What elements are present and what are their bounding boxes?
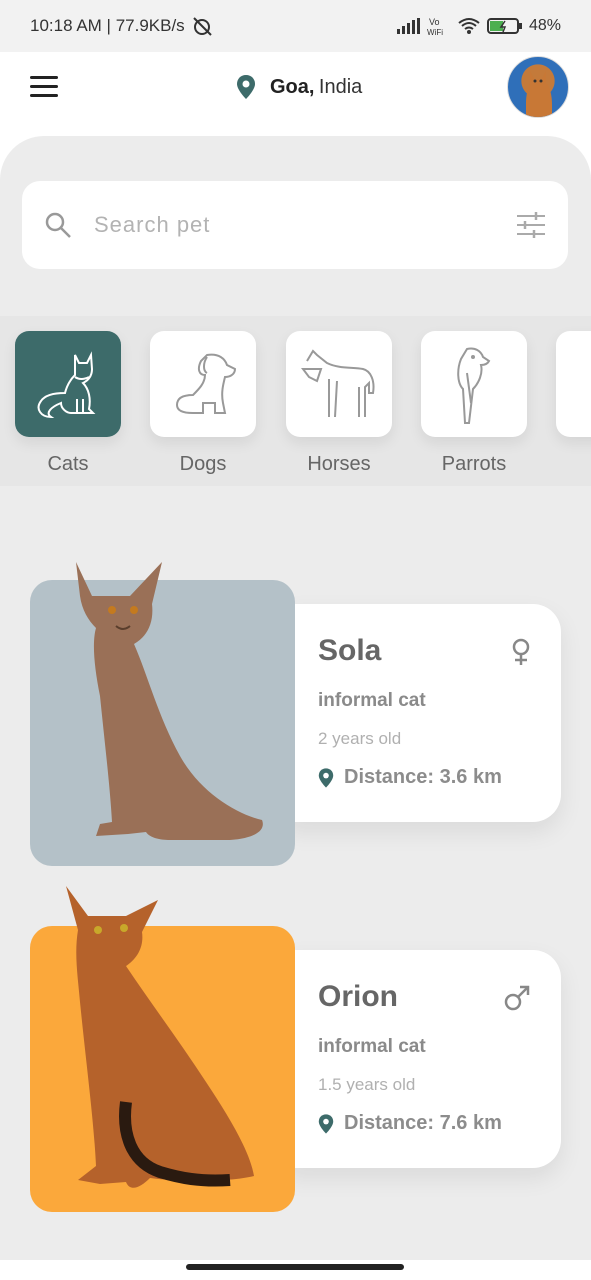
svg-text:WiFi: WiFi xyxy=(427,28,443,36)
category-label: Ra xyxy=(556,453,591,476)
category-tile xyxy=(150,331,256,437)
location-pin-icon xyxy=(318,767,334,788)
female-icon xyxy=(512,638,530,665)
parrot-icon xyxy=(457,347,491,424)
filter-icon[interactable] xyxy=(516,211,546,239)
alarm-off-icon xyxy=(192,17,212,36)
menu-icon[interactable] xyxy=(30,76,58,97)
category-horses[interactable]: Horses xyxy=(286,331,392,476)
category-label: Parrots xyxy=(441,453,507,475)
pet-info: Sola informal cat 2 years old Distance: … xyxy=(285,604,561,822)
pet-age: 2 years old xyxy=(318,729,402,748)
dog-icon xyxy=(175,353,237,414)
search-input[interactable] xyxy=(92,211,516,239)
location-pin-icon xyxy=(237,75,255,99)
location-city: Goa, xyxy=(270,75,315,98)
category-tile xyxy=(15,331,121,437)
search-icon xyxy=(45,212,71,238)
vowifi-icon: Vo WiFi xyxy=(427,17,443,36)
category-parrots[interactable]: Parrots xyxy=(421,331,527,476)
status-bar: 10:18 AM | 77.9KB/s Vo WiFi 48% xyxy=(0,0,591,52)
category-cats[interactable]: Cats xyxy=(15,331,121,476)
pet-name: Sola xyxy=(318,634,382,667)
location[interactable]: Goa, India xyxy=(236,74,362,100)
svg-text:Vo: Vo xyxy=(429,17,440,27)
status-right: Vo WiFi 48% xyxy=(396,16,561,36)
category-label: Cats xyxy=(47,453,89,475)
male-icon xyxy=(504,985,530,1011)
app-header: Goa, India xyxy=(0,52,591,136)
pet-distance-text: Distance: 3.6 km xyxy=(344,766,502,788)
category-label: Horses xyxy=(307,453,371,475)
status-left: 10:18 AM | 77.9KB/s xyxy=(30,16,213,36)
location-pin-icon xyxy=(318,1113,334,1134)
status-time: 10:18 AM | 77.9KB/s xyxy=(30,16,185,35)
pet-age: 1.5 years old xyxy=(318,1075,416,1094)
category-tile xyxy=(421,331,527,437)
pet-distance: Distance: 3.6 km xyxy=(318,766,502,789)
home-indicator[interactable] xyxy=(186,1264,404,1270)
pet-image xyxy=(30,886,295,1212)
category-rabbits[interactable]: Ra xyxy=(556,331,591,476)
pet-image xyxy=(30,562,295,866)
pet-card-sola[interactable]: Sola informal cat 2 years old Distance: … xyxy=(30,562,561,866)
pet-info: Orion informal cat 1.5 years old Distanc… xyxy=(285,950,561,1168)
location-country: India xyxy=(318,75,363,98)
pet-breed: informal cat xyxy=(318,1036,426,1057)
category-list: Cats Dogs Horses Parrots xyxy=(0,316,591,486)
category-dogs[interactable]: Dogs xyxy=(150,331,256,476)
category-tile xyxy=(556,331,591,437)
search-bar[interactable] xyxy=(22,181,568,269)
cat-photo-orion xyxy=(30,886,295,1212)
main-panel: Cats Dogs Horses xyxy=(0,136,591,1260)
pet-name: Orion xyxy=(318,980,398,1013)
battery-icon xyxy=(486,18,522,34)
pet-card-orion[interactable]: Orion informal cat 1.5 years old Distanc… xyxy=(30,886,561,1212)
pet-distance: Distance: 7.6 km xyxy=(318,1112,502,1135)
pet-breed: informal cat xyxy=(318,690,426,711)
avatar-cat-image xyxy=(526,71,552,117)
cat-photo-sola xyxy=(30,562,295,866)
pet-distance-text: Distance: 7.6 km xyxy=(344,1112,502,1134)
horse-icon xyxy=(301,349,375,418)
category-label: Dogs xyxy=(179,453,227,475)
battery-percent: 48% xyxy=(528,17,561,34)
cat-icon xyxy=(37,351,96,419)
signal-icon xyxy=(396,18,420,34)
rabbit-icon xyxy=(579,354,591,414)
avatar[interactable] xyxy=(507,56,569,118)
wifi-icon xyxy=(458,18,480,34)
category-tile xyxy=(286,331,392,437)
